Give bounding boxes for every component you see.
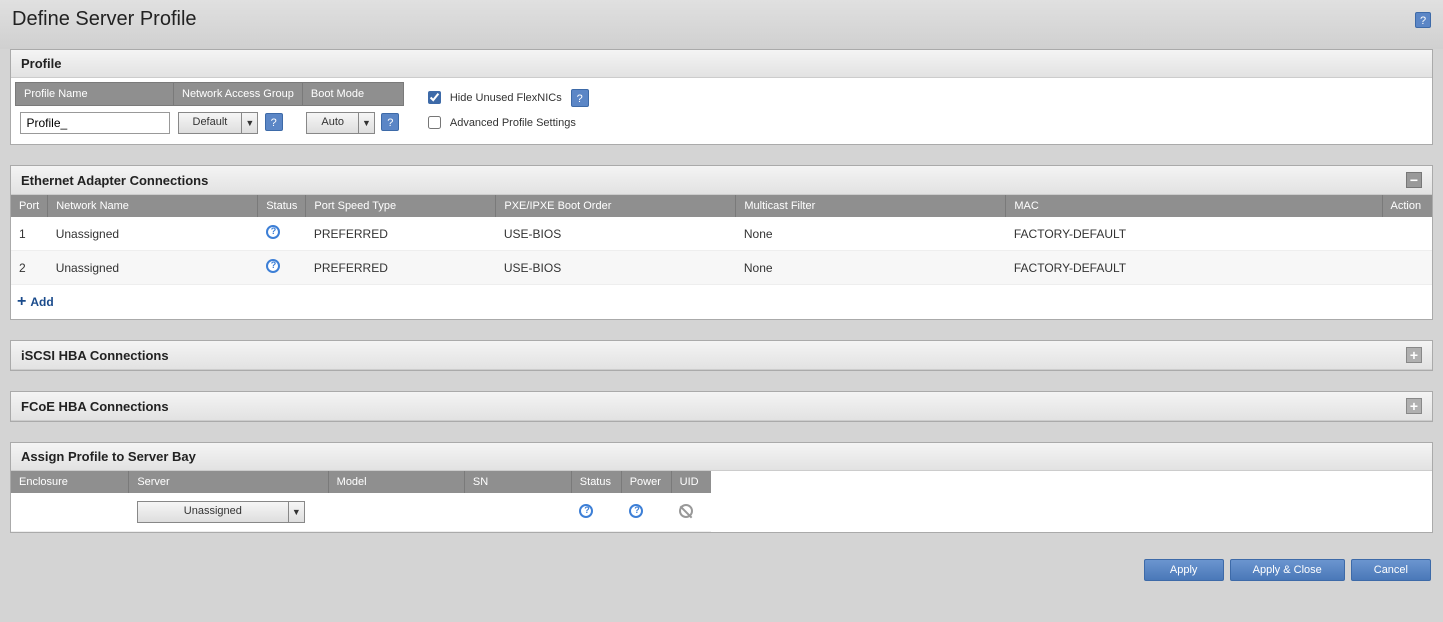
cell-port: 2 bbox=[11, 251, 48, 285]
profile-panel-header: Profile bbox=[11, 50, 1432, 78]
col-server: Server bbox=[129, 471, 328, 493]
profile-name-input[interactable] bbox=[20, 112, 170, 134]
add-button[interactable]: + Add bbox=[11, 285, 60, 319]
assign-panel: Assign Profile to Server Bay Enclosure S… bbox=[10, 442, 1433, 533]
chevron-down-icon: ▼ bbox=[288, 502, 304, 522]
col-model: Model bbox=[328, 471, 464, 493]
assign-panel-header: Assign Profile to Server Bay bbox=[11, 443, 1432, 471]
network-access-group-help-icon[interactable]: ? bbox=[265, 113, 283, 131]
boot-mode-dropdown[interactable]: Auto ▼ bbox=[306, 112, 375, 134]
ethernet-panel-header: Ethernet Adapter Connections − bbox=[11, 166, 1432, 195]
iscsi-panel: iSCSI HBA Connections + bbox=[10, 340, 1433, 371]
apply-close-button[interactable]: Apply & Close bbox=[1230, 559, 1345, 581]
footer: Apply Apply & Close Cancel bbox=[0, 553, 1443, 589]
cell-network-name: Unassigned bbox=[48, 217, 258, 251]
col-sn: SN bbox=[464, 471, 571, 493]
collapse-icon[interactable]: − bbox=[1406, 172, 1422, 188]
ethernet-header-label: Ethernet Adapter Connections bbox=[21, 173, 208, 188]
cell-mac: FACTORY-DEFAULT bbox=[1006, 251, 1382, 285]
cell-multicast: None bbox=[736, 251, 1006, 285]
iscsi-panel-header: iSCSI HBA Connections + bbox=[11, 341, 1432, 370]
cell-pxe: USE-BIOS bbox=[496, 251, 736, 285]
help-icon[interactable]: ? bbox=[1415, 12, 1431, 28]
cell-network-name: Unassigned bbox=[48, 251, 258, 285]
fcoe-panel: FCoE HBA Connections + bbox=[10, 391, 1433, 422]
cell-multicast: None bbox=[736, 217, 1006, 251]
add-label: Add bbox=[30, 295, 53, 309]
assign-header-label: Assign Profile to Server Bay bbox=[21, 449, 196, 464]
col-uid: UID bbox=[671, 471, 711, 493]
col-pxe: PXE/IPXE Boot Order bbox=[496, 195, 736, 217]
cell-port: 1 bbox=[11, 217, 48, 251]
boot-mode-col: Boot Mode bbox=[302, 83, 403, 106]
plus-icon: + bbox=[17, 293, 26, 311]
table-row[interactable]: 2 Unassigned PREFERRED USE-BIOS None FAC… bbox=[11, 251, 1432, 285]
cell-port-speed-type: PREFERRED bbox=[306, 217, 496, 251]
network-access-group-dropdown[interactable]: Default ▼ bbox=[178, 112, 259, 134]
col-mac: MAC bbox=[1006, 195, 1382, 217]
server-value: Unassigned bbox=[138, 502, 288, 522]
col-power: Power bbox=[621, 471, 671, 493]
uid-disabled-icon bbox=[679, 504, 693, 518]
cell-mac: FACTORY-DEFAULT bbox=[1006, 217, 1382, 251]
cell-pxe: USE-BIOS bbox=[496, 217, 736, 251]
profile-panel: Profile Profile Name Network Access Grou… bbox=[10, 49, 1433, 145]
hide-unused-flexnics-label: Hide Unused FlexNICs bbox=[450, 92, 562, 104]
expand-icon[interactable]: + bbox=[1406, 347, 1422, 363]
network-access-group-value: Default bbox=[179, 113, 242, 133]
page-header: Define Server Profile ? bbox=[0, 0, 1443, 49]
ethernet-panel: Ethernet Adapter Connections − Port Netw… bbox=[10, 165, 1433, 320]
expand-icon[interactable]: + bbox=[1406, 398, 1422, 414]
boot-mode-value: Auto bbox=[307, 113, 358, 133]
network-access-group-col: Network Access Group bbox=[174, 83, 303, 106]
power-unknown-icon bbox=[629, 504, 643, 518]
fcoe-header-label: FCoE HBA Connections bbox=[21, 399, 169, 414]
col-port-speed-type: Port Speed Type bbox=[306, 195, 496, 217]
server-dropdown[interactable]: Unassigned ▼ bbox=[137, 501, 305, 523]
ethernet-table: Port Network Name Status Port Speed Type… bbox=[11, 195, 1432, 285]
cell-port-speed-type: PREFERRED bbox=[306, 251, 496, 285]
cancel-button[interactable]: Cancel bbox=[1351, 559, 1431, 581]
col-enclosure: Enclosure bbox=[11, 471, 129, 493]
hide-unused-flexnics-checkbox[interactable] bbox=[428, 91, 441, 104]
col-port: Port bbox=[11, 195, 48, 217]
fcoe-panel-header: FCoE HBA Connections + bbox=[11, 392, 1432, 421]
col-status: Status bbox=[258, 195, 306, 217]
table-row[interactable]: Unassigned ▼ bbox=[11, 493, 711, 532]
col-action: Action bbox=[1382, 195, 1432, 217]
hide-unused-help-icon[interactable]: ? bbox=[571, 89, 589, 107]
col-network-name: Network Name bbox=[48, 195, 258, 217]
iscsi-header-label: iSCSI HBA Connections bbox=[21, 348, 169, 363]
advanced-profile-settings-label: Advanced Profile Settings bbox=[450, 117, 576, 129]
col-status: Status bbox=[571, 471, 621, 493]
chevron-down-icon: ▼ bbox=[241, 113, 257, 133]
table-row[interactable]: 1 Unassigned PREFERRED USE-BIOS None FAC… bbox=[11, 217, 1432, 251]
status-unknown-icon bbox=[579, 504, 593, 518]
profile-name-col: Profile Name bbox=[16, 83, 174, 106]
boot-mode-help-icon[interactable]: ? bbox=[381, 113, 399, 131]
col-multicast: Multicast Filter bbox=[736, 195, 1006, 217]
apply-button[interactable]: Apply bbox=[1144, 559, 1224, 581]
assign-table: Enclosure Server Model SN Status Power U… bbox=[11, 471, 711, 532]
page-title: Define Server Profile bbox=[12, 8, 197, 31]
chevron-down-icon: ▼ bbox=[358, 113, 374, 133]
profile-header-label: Profile bbox=[21, 56, 61, 71]
advanced-profile-settings-checkbox[interactable] bbox=[428, 116, 441, 129]
status-unknown-icon bbox=[266, 259, 280, 273]
status-unknown-icon bbox=[266, 225, 280, 239]
